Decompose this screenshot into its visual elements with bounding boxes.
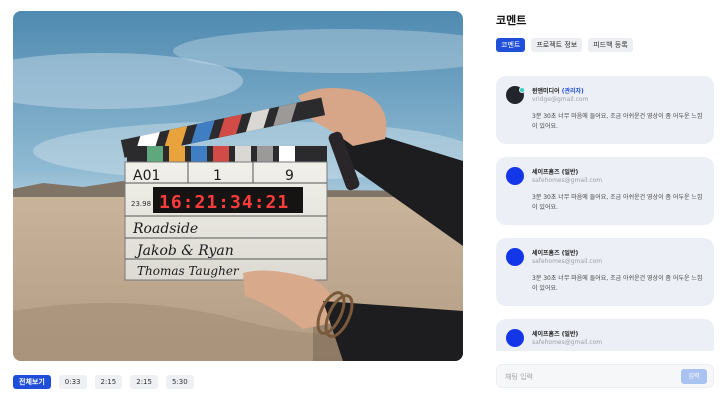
comment-text: 3분 30초 너무 마음에 들어요, 조금 아쉬운건 영상이 좀 어두운 느낌이… <box>532 275 703 292</box>
timestamp-chip[interactable]: 2:15 <box>94 375 123 389</box>
panel-tabs: 코멘트 프로젝트 정보 피드백 등록 <box>496 38 633 52</box>
author-email: safehomes@gmail.com <box>532 258 603 265</box>
clapper-timecode: 16:21:34:21 <box>159 192 289 213</box>
clapper-director: Jakob & Ryan <box>134 243 234 259</box>
tab-feedback[interactable]: 피드백 등록 <box>588 38 633 52</box>
comment-text: 3분 30초 너무 마음에 들어요, 조금 아쉬운건 영상이 좀 어두운 느낌이… <box>532 194 703 211</box>
video-preview[interactable]: A01 1 9 23.98 16:21:34:21 Roadside Jakob… <box>13 11 463 361</box>
comment-list[interactable]: 윈앤미디어 (관리자) vridge@gmail.com 3분 30초 너무 마… <box>496 76 714 351</box>
comment-text: 3분 30초 너무 마음에 들어요, 조금 아쉬운건 영상이 좀 어두운 느낌이… <box>532 113 703 130</box>
clapper-fps: 23.98 <box>131 200 151 208</box>
chat-input[interactable] <box>505 370 665 384</box>
comment-card: 세이프홈즈 (일반) safehomes@gmail.com <box>496 319 714 351</box>
comment-card: 세이프홈즈 (일반) safehomes@gmail.com 3분 30초 너무… <box>496 238 714 306</box>
author-name: 세이프홈즈 (일반) <box>532 331 579 338</box>
author-name: 세이프홈즈 (일반) <box>532 169 579 176</box>
author-name: 세이프홈즈 (일반) <box>532 250 579 257</box>
chat-composer: 입력 <box>496 364 714 388</box>
avatar <box>506 167 524 185</box>
panel-title: 코멘트 <box>496 14 527 27</box>
online-dot <box>519 87 525 93</box>
author-role: (관리자) <box>561 88 584 95</box>
tab-comments[interactable]: 코멘트 <box>496 38 526 52</box>
timestamp-chip[interactable]: 2:15 <box>130 375 158 389</box>
comment-card: 윈앤미디어 (관리자) vridge@gmail.com 3분 30초 너무 마… <box>496 76 714 144</box>
send-button[interactable]: 입력 <box>681 369 707 384</box>
comment-author: 세이프홈즈 (일반) <box>532 248 578 257</box>
tab-project-info[interactable]: 프로젝트 정보 <box>531 38 583 52</box>
timestamp-chip[interactable]: 0:33 <box>58 375 87 389</box>
avatar <box>506 86 525 104</box>
author-email: vridge@gmail.com <box>532 96 589 103</box>
view-all-button[interactable]: 전체보기 <box>13 375 51 389</box>
video-frame-image: A01 1 9 23.98 16:21:34:21 Roadside Jakob… <box>13 11 463 361</box>
clapper-camera: Thomas Taugher <box>137 264 240 278</box>
avatar <box>506 329 524 347</box>
clapper-take: 9 <box>285 168 294 184</box>
clapper-roll: A01 <box>133 168 160 184</box>
clapper-production: Roadside <box>132 221 198 237</box>
comment-author: 세이프홈즈 (일반) <box>532 329 578 338</box>
avatar <box>506 248 524 266</box>
clapper-scene: 1 <box>213 168 222 184</box>
author-email: safehomes@gmail.com <box>532 339 603 346</box>
comment-author: 세이프홈즈 (일반) <box>532 167 578 176</box>
comment-card: 세이프홈즈 (일반) safehomes@gmail.com 3분 30초 너무… <box>496 157 714 225</box>
timestamp-bar: 전체보기 0:33 2:15 2:15 5:30 <box>13 375 194 389</box>
author-name: 윈앤미디어 <box>532 88 560 95</box>
timestamp-chip[interactable]: 5:30 <box>165 375 194 389</box>
author-email: safehomes@gmail.com <box>532 177 603 184</box>
comment-author: 윈앤미디어 (관리자) <box>532 86 584 95</box>
